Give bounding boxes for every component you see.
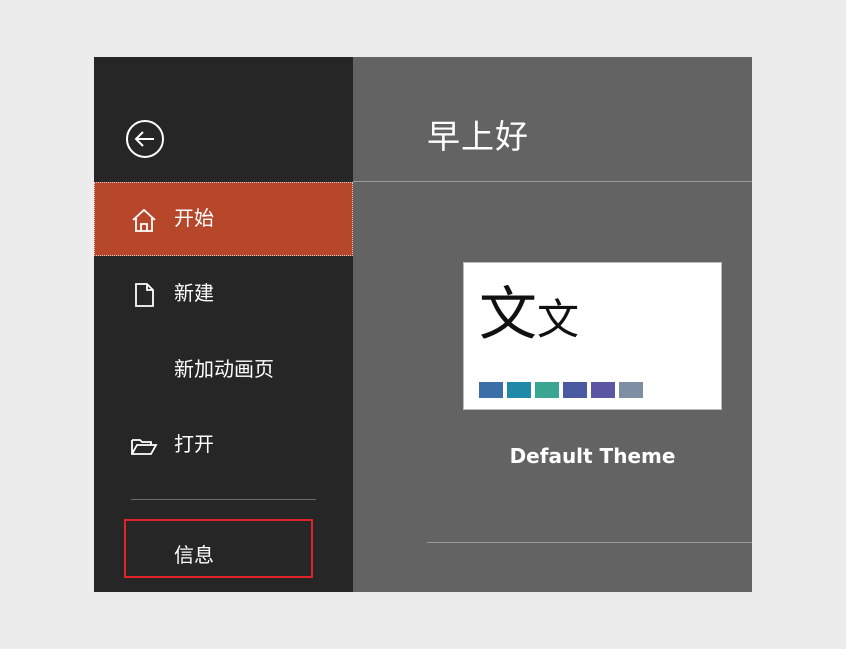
backstage-sidebar: 开始 新建 新加动画页 打开 信息: [94, 57, 353, 592]
theme-color-swatches: [479, 382, 647, 398]
back-arrow-circle-icon: [126, 120, 164, 158]
sidebar-item-info[interactable]: 信息: [94, 519, 353, 592]
content-divider: [427, 542, 752, 543]
sidebar-item-label: 打开: [174, 432, 214, 456]
sidebar-item-new-animation-page[interactable]: 新加动画页: [94, 333, 353, 407]
theme-thumbnail-default[interactable]: 文文: [463, 262, 722, 410]
sidebar-item-open[interactable]: 打开: [94, 408, 353, 482]
sidebar-item-label: 新建: [174, 281, 214, 305]
home-icon: [130, 206, 158, 234]
color-swatch: [619, 382, 643, 398]
open-folder-icon: [130, 432, 158, 460]
color-swatch: [563, 382, 587, 398]
theme-name[interactable]: Default Theme: [463, 443, 722, 469]
color-swatch: [507, 382, 531, 398]
color-swatch: [591, 382, 615, 398]
theme-sample-body: 文: [537, 295, 580, 344]
color-swatch: [535, 382, 559, 398]
theme-sample-heading: 文: [479, 280, 538, 348]
back-button[interactable]: [125, 119, 165, 159]
color-swatch: [479, 382, 503, 398]
sidebar-item-label: 信息: [174, 543, 214, 567]
backstage-window: 开始 新建 新加动画页 打开 信息 早上好 文文 Default Theme: [94, 57, 752, 592]
page-title: 早上好: [427, 117, 529, 156]
sidebar-divider: [131, 499, 316, 500]
header-divider: [353, 181, 752, 182]
sidebar-item-new[interactable]: 新建: [94, 257, 353, 331]
sidebar-item-home[interactable]: 开始: [94, 182, 353, 256]
theme-sample-text: 文文: [479, 281, 579, 353]
sidebar-item-label: 新加动画页: [174, 357, 274, 381]
sidebar-item-label: 开始: [174, 206, 214, 230]
new-document-icon: [130, 281, 158, 309]
